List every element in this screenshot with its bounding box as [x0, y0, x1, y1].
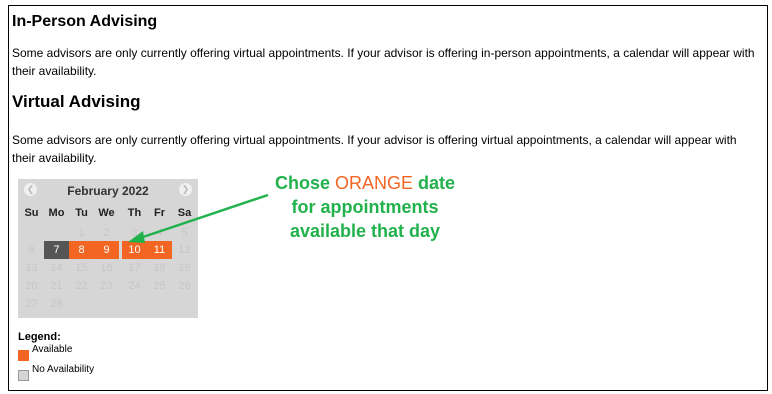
available-swatch [18, 349, 29, 361]
annotation-line-2: for appointments [291, 197, 439, 217]
legend-none-label: No Availability [32, 364, 95, 375]
no-availability-swatch [18, 369, 29, 381]
legend-available-label: Available [32, 344, 73, 355]
legend-no-availability: No Availability [18, 364, 95, 381]
annotation-line-3: available that day [289, 221, 441, 241]
arrow-head [128, 231, 145, 243]
legend-available: Available [18, 344, 73, 361]
annotation-part-1: Chose [274, 173, 335, 193]
annotation-orange-word: ORANGE [334, 173, 413, 193]
annotation-part-2: date [413, 173, 456, 193]
arrow-line [139, 193, 269, 240]
annotation-line-1: Chose ORANGE date [250, 171, 480, 195]
legend-title: Legend: [18, 331, 61, 343]
annotation-text: Chose ORANGE date for appointments avail… [250, 171, 480, 243]
